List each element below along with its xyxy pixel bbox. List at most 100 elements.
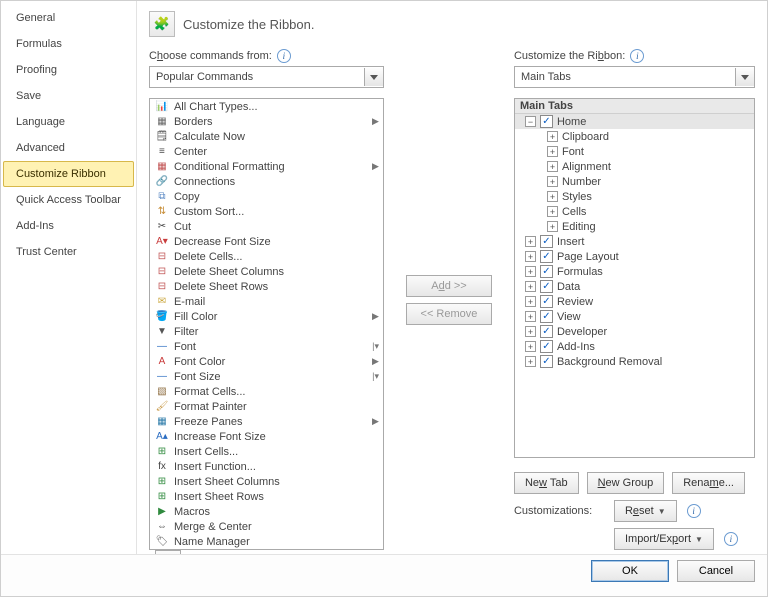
command-item[interactable]: ⊞Insert Sheet Rows bbox=[150, 489, 383, 504]
command-item[interactable]: 📊All Chart Types... bbox=[150, 99, 383, 114]
dropdown-button-icon[interactable] bbox=[735, 68, 754, 86]
nav-item-trust-center[interactable]: Trust Center bbox=[3, 239, 134, 265]
nav-item-general[interactable]: General bbox=[3, 5, 134, 31]
command-item[interactable]: ⊟Delete Cells... bbox=[150, 249, 383, 264]
choose-commands-dropdown[interactable]: Popular Commands bbox=[149, 66, 384, 88]
command-item[interactable]: —Font Size|▾ bbox=[150, 369, 383, 384]
ribbon-tree[interactable]: Main Tabs−✓Home+Clipboard+Font+Alignment… bbox=[514, 98, 755, 458]
info-icon[interactable]: i bbox=[630, 49, 644, 63]
command-item[interactable]: A▴Increase Font Size bbox=[150, 429, 383, 444]
nav-item-proofing[interactable]: Proofing bbox=[3, 57, 134, 83]
expander-icon[interactable]: + bbox=[525, 311, 536, 322]
commands-listbox[interactable]: 📊All Chart Types...▦Borders▶🗒Calculate N… bbox=[149, 98, 384, 550]
expander-icon[interactable]: + bbox=[525, 326, 536, 337]
expander-icon[interactable]: + bbox=[525, 236, 536, 247]
checkbox-icon[interactable]: ✓ bbox=[540, 355, 553, 368]
reset-button[interactable]: Reset▼ bbox=[614, 500, 677, 522]
nav-item-formulas[interactable]: Formulas bbox=[3, 31, 134, 57]
command-item[interactable]: ✉E-mail bbox=[150, 294, 383, 309]
tree-node[interactable]: +✓Insert bbox=[515, 234, 754, 249]
expander-icon[interactable]: + bbox=[525, 356, 536, 367]
tree-node[interactable]: +✓View bbox=[515, 309, 754, 324]
tree-node[interactable]: −✓Home bbox=[515, 114, 754, 129]
command-item[interactable]: ⇅Custom Sort... bbox=[150, 204, 383, 219]
command-item[interactable]: AFont Color▶ bbox=[150, 354, 383, 369]
checkbox-icon[interactable]: ✓ bbox=[540, 340, 553, 353]
command-item[interactable]: ⊟Delete Sheet Columns bbox=[150, 264, 383, 279]
tree-node[interactable]: +Editing bbox=[515, 219, 754, 234]
command-item[interactable]: 🗒Calculate Now bbox=[150, 129, 383, 144]
checkbox-icon[interactable]: ✓ bbox=[540, 310, 553, 323]
tree-node[interactable]: +✓Page Layout bbox=[515, 249, 754, 264]
checkbox-icon[interactable]: ✓ bbox=[540, 250, 553, 263]
command-item[interactable]: ▦Freeze Panes▶ bbox=[150, 414, 383, 429]
dropdown-button-icon[interactable] bbox=[364, 68, 383, 86]
info-icon[interactable]: i bbox=[724, 532, 738, 546]
expander-icon[interactable]: + bbox=[547, 131, 558, 142]
nav-item-add-ins[interactable]: Add-Ins bbox=[3, 213, 134, 239]
command-item[interactable]: 🪣Fill Color▶ bbox=[150, 309, 383, 324]
expander-icon[interactable]: + bbox=[525, 296, 536, 307]
tree-node[interactable]: +Clipboard bbox=[515, 129, 754, 144]
nav-item-advanced[interactable]: Advanced bbox=[3, 135, 134, 161]
info-icon[interactable]: i bbox=[687, 504, 701, 518]
command-item[interactable]: ▼Filter bbox=[150, 324, 383, 339]
info-icon[interactable]: i bbox=[277, 49, 291, 63]
command-item[interactable]: ✂Cut bbox=[150, 219, 383, 234]
nav-item-language[interactable]: Language bbox=[3, 109, 134, 135]
tree-node[interactable]: +✓Background Removal bbox=[515, 354, 754, 369]
checkbox-icon[interactable]: ✓ bbox=[540, 280, 553, 293]
command-item[interactable]: 🏷Name Manager bbox=[150, 534, 383, 549]
command-item[interactable]: ⧉Copy bbox=[150, 189, 383, 204]
expander-icon[interactable]: + bbox=[547, 191, 558, 202]
command-item[interactable]: ▦Borders▶ bbox=[150, 114, 383, 129]
tree-node[interactable]: +Cells bbox=[515, 204, 754, 219]
tree-node[interactable]: +✓Data bbox=[515, 279, 754, 294]
tree-node[interactable]: +✓Review bbox=[515, 294, 754, 309]
checkbox-icon[interactable]: ✓ bbox=[540, 235, 553, 248]
command-item[interactable]: 🔗Connections bbox=[150, 174, 383, 189]
expander-icon[interactable]: + bbox=[525, 266, 536, 277]
remove-button[interactable]: << Remove bbox=[406, 303, 492, 325]
expander-icon[interactable]: + bbox=[525, 281, 536, 292]
command-item[interactable]: ⊟Delete Sheet Rows bbox=[150, 279, 383, 294]
nav-item-quick-access-toolbar[interactable]: Quick Access Toolbar bbox=[3, 187, 134, 213]
checkbox-icon[interactable]: ✓ bbox=[540, 265, 553, 278]
import-export-button[interactable]: Import/Export▼ bbox=[614, 528, 714, 550]
command-item[interactable]: A▾Decrease Font Size bbox=[150, 234, 383, 249]
add-button[interactable]: Add >> bbox=[406, 275, 492, 297]
command-item[interactable]: ≡Center bbox=[150, 144, 383, 159]
checkbox-icon[interactable]: ✓ bbox=[540, 115, 553, 128]
tree-node[interactable]: +✓Add-Ins bbox=[515, 339, 754, 354]
nav-item-save[interactable]: Save bbox=[3, 83, 134, 109]
cancel-button[interactable]: Cancel bbox=[677, 560, 755, 582]
customize-ribbon-dropdown[interactable]: Main Tabs bbox=[514, 66, 755, 88]
checkbox-icon[interactable]: ✓ bbox=[540, 325, 553, 338]
expander-icon[interactable]: + bbox=[525, 341, 536, 352]
tree-node[interactable]: +✓Developer bbox=[515, 324, 754, 339]
command-item[interactable]: —Font|▾ bbox=[150, 339, 383, 354]
expander-icon[interactable]: + bbox=[547, 176, 558, 187]
expander-icon[interactable]: + bbox=[525, 251, 536, 262]
command-item[interactable]: ⇔Merge & Center bbox=[150, 519, 383, 534]
new-tab-button[interactable]: New Tab bbox=[514, 472, 579, 494]
command-item[interactable]: ▶Macros bbox=[150, 504, 383, 519]
command-item[interactable]: ▧Format Cells... bbox=[150, 384, 383, 399]
command-item[interactable]: ⊞Insert Sheet Columns bbox=[150, 474, 383, 489]
rename-button[interactable]: Rename... bbox=[672, 472, 745, 494]
tree-node[interactable]: +Font bbox=[515, 144, 754, 159]
tree-node[interactable]: +Styles bbox=[515, 189, 754, 204]
expander-icon[interactable]: + bbox=[547, 161, 558, 172]
command-item[interactable]: ▦Conditional Formatting▶ bbox=[150, 159, 383, 174]
tree-node[interactable]: +Number bbox=[515, 174, 754, 189]
expander-icon[interactable]: − bbox=[525, 116, 536, 127]
command-item[interactable]: ⊞Insert Cells... bbox=[150, 444, 383, 459]
nav-item-customize-ribbon[interactable]: Customize Ribbon bbox=[3, 161, 134, 187]
tree-node[interactable]: +Alignment bbox=[515, 159, 754, 174]
checkbox-icon[interactable]: ✓ bbox=[540, 295, 553, 308]
new-group-button[interactable]: New Group bbox=[587, 472, 665, 494]
expander-icon[interactable]: + bbox=[547, 146, 558, 157]
command-item[interactable]: fxInsert Function... bbox=[150, 459, 383, 474]
ok-button[interactable]: OK bbox=[591, 560, 669, 582]
command-item[interactable]: 🖌Format Painter bbox=[150, 399, 383, 414]
